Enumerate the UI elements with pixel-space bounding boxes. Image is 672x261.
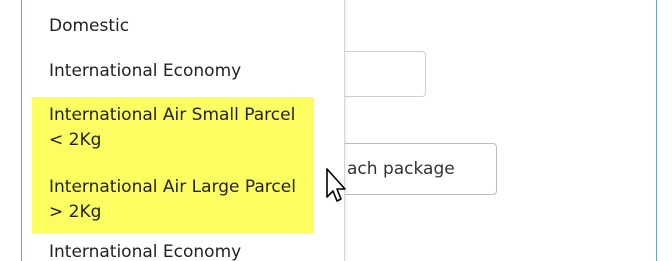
dropdown-option-air-small-parcel[interactable]: International Air Small Parcel < 2Kg xyxy=(32,97,314,165)
dropdown-option-label: International Air Large Parcel > 2Kg xyxy=(49,177,296,222)
dropdown-option-label: International Air Small Parcel < 2Kg xyxy=(49,105,296,150)
window-border-left xyxy=(21,0,22,261)
window-border-right xyxy=(656,0,657,261)
dropdown-option-domestic[interactable]: Domestic xyxy=(32,14,314,39)
shipping-method-dropdown-list: Domestic International Economy Internati… xyxy=(32,0,344,261)
mouse-pointer-icon xyxy=(326,168,346,202)
dropdown-border xyxy=(344,0,345,261)
dropdown-option-international-economy[interactable]: International Economy xyxy=(32,59,314,84)
dropdown-option-international-economy-2[interactable]: International Economy xyxy=(32,240,314,261)
dropdown-option-air-large-parcel[interactable]: International Air Large Parcel > 2Kg xyxy=(32,165,314,233)
